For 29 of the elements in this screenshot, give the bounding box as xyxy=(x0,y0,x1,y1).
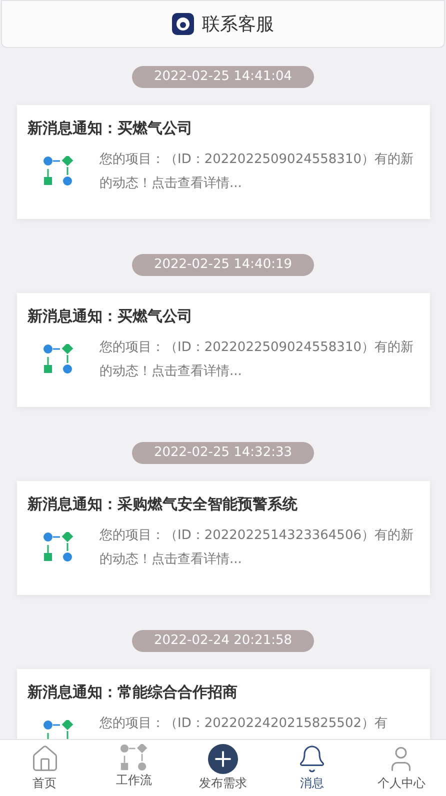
nav-tab[interactable]: 工作流 xyxy=(89,740,178,796)
message-card[interactable]: 新消息通知：买燃气公司 您的项目：（ID：2022022509024558310）有的新的动态！点击查看详情... xyxy=(16,293,430,407)
nav-tab[interactable]: 发布需求 xyxy=(178,740,268,796)
message-text: 您的项目：（ID：2022022514323364506）有的新的动态！点击查看详情... xyxy=(100,527,414,569)
flowchart-icon xyxy=(42,532,72,562)
message-title: 新消息通知：买燃气公司 xyxy=(28,119,194,138)
nav-tab[interactable]: 消息 xyxy=(268,740,357,796)
flowchart-icon xyxy=(42,344,72,374)
message-title: 新消息通知：采购燃气安全智能预警系统 xyxy=(28,495,298,514)
support-logo-icon xyxy=(172,13,194,35)
timestamp-pill: 2022-02-24 20:21:58 xyxy=(132,630,314,652)
message-title: 新消息通知：常能综合合作招商 xyxy=(28,683,238,702)
message-card[interactable]: 新消息通知：常能综合合作招商 您的项目：（ID：2022022420215825502）有 xyxy=(16,669,430,739)
plus-icon xyxy=(208,744,238,774)
message-title: 新消息通知：买燃气公司 xyxy=(28,307,194,326)
message-text: 您的项目：（ID：2022022420215825502）有 xyxy=(100,715,388,733)
timestamp-pill: 2022-02-25 14:32:33 xyxy=(132,442,314,464)
nav-tab[interactable]: 首页 xyxy=(0,740,90,796)
message-text: 您的项目：（ID：2022022509024558310）有的新的动态！点击查看详情... xyxy=(100,339,414,381)
timestamp-pill: 2022-02-25 14:41:04 xyxy=(132,66,314,88)
flowchart-icon xyxy=(120,744,148,771)
header-bar[interactable]: 联系客服 xyxy=(1,0,445,48)
message-card[interactable]: 新消息通知：采购燃气安全智能预警系统 您的项目：（ID：2022022514323364506）有的新的动态！点击查看详情... xyxy=(16,481,430,595)
header-title: 联系客服 xyxy=(202,13,274,36)
nav-tab[interactable]: 个人中心 xyxy=(356,740,446,796)
message-card[interactable]: 新消息通知：买燃气公司 您的项目：（ID：2022022509024558310）有的新的动态！点击查看详情... xyxy=(16,105,430,219)
flowchart-icon xyxy=(42,156,72,186)
timestamp-pill: 2022-02-25 14:40:19 xyxy=(132,254,314,276)
message-text: 您的项目：（ID：2022022509024558310）有的新的动态！点击查看详情... xyxy=(100,151,414,193)
